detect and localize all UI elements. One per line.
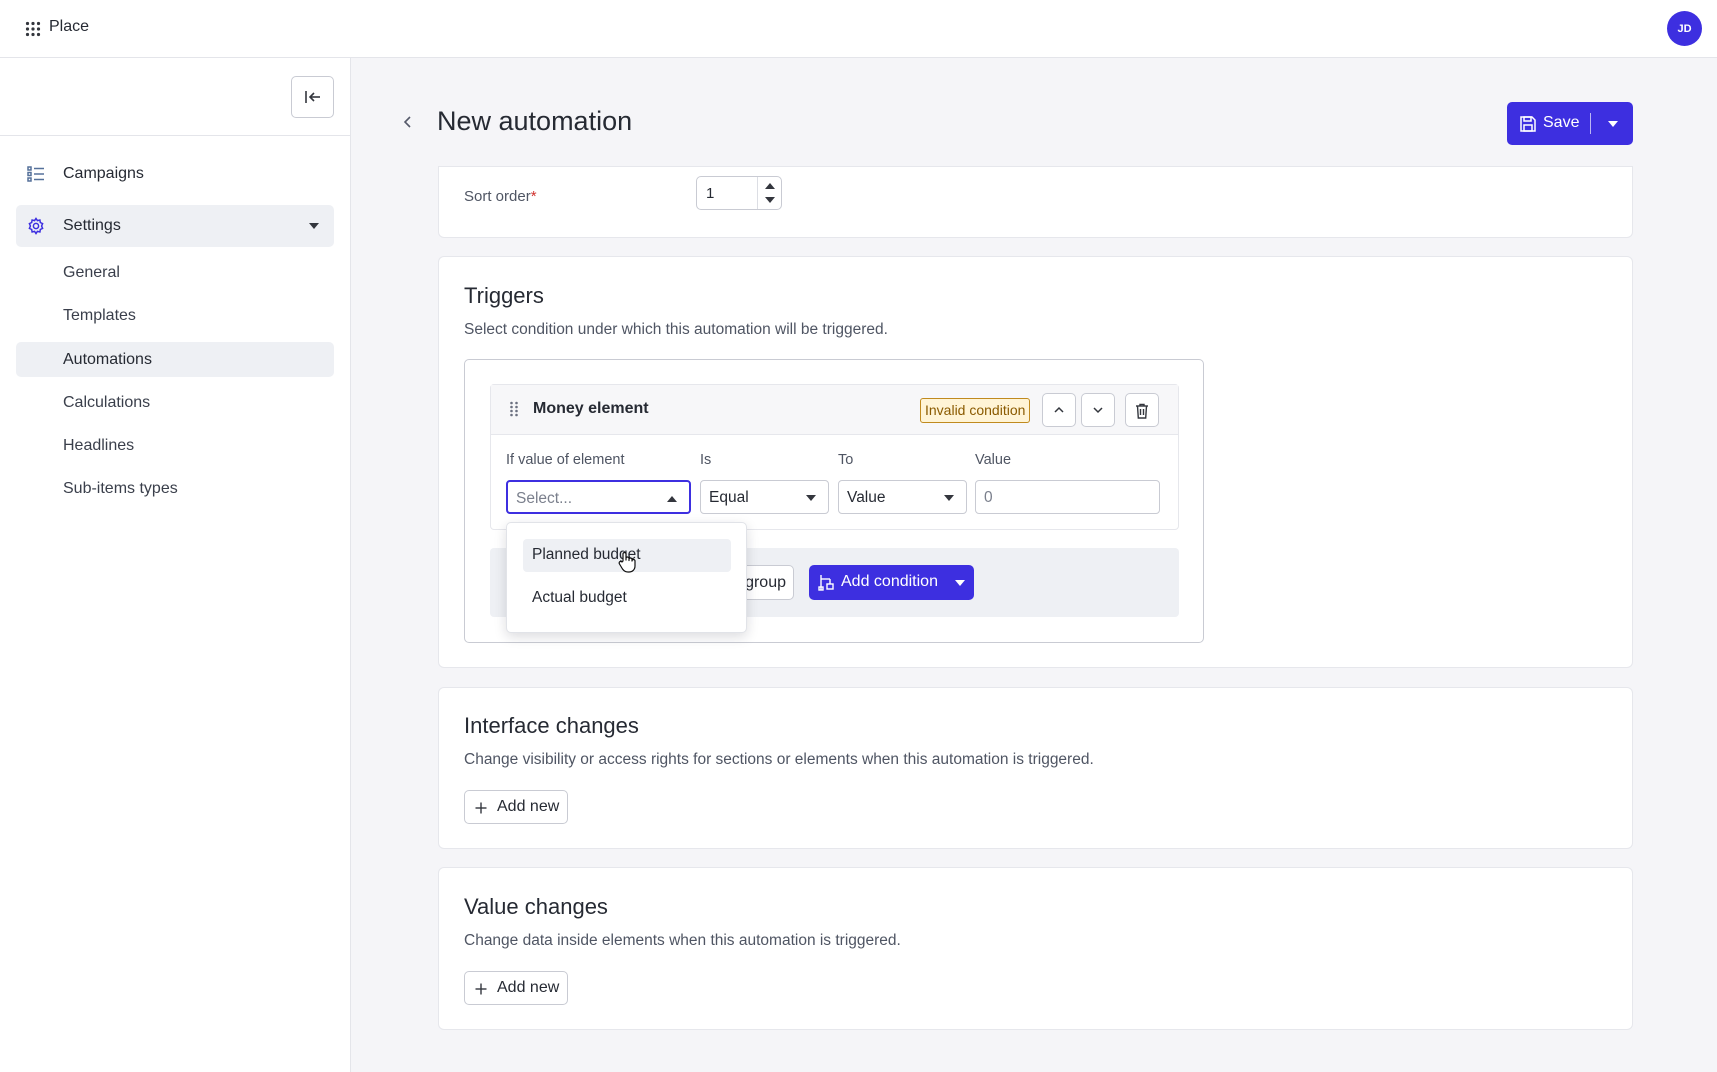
back-button[interactable] bbox=[398, 112, 418, 132]
gear-icon bbox=[27, 217, 45, 235]
decrement-icon[interactable] bbox=[765, 197, 775, 203]
chevron-down-icon bbox=[1608, 121, 1618, 127]
triggers-title: Triggers bbox=[464, 283, 544, 308]
sidebar-subitem-label: Calculations bbox=[63, 393, 151, 411]
required-mark: * bbox=[530, 188, 537, 205]
add-interface-change-button[interactable]: Add new bbox=[464, 790, 568, 824]
chevron-down-icon bbox=[944, 495, 954, 501]
triggers-description: Select condition under which this automa… bbox=[464, 321, 888, 338]
general-card: Sort order* 1 bbox=[438, 166, 1633, 238]
element-select[interactable]: Select... bbox=[506, 480, 691, 514]
hand-pointer-icon bbox=[618, 551, 636, 573]
value-field-label: Value bbox=[975, 452, 1012, 468]
delete-condition-button[interactable] bbox=[1125, 393, 1159, 427]
add-value-change-button[interactable]: Add new bbox=[464, 971, 568, 1005]
add-new-label: Add new bbox=[497, 798, 560, 815]
sidebar-subitem-templates[interactable]: Templates bbox=[16, 298, 334, 333]
collapse-sidebar-button[interactable] bbox=[291, 76, 334, 118]
increment-icon[interactable] bbox=[765, 183, 775, 189]
value-changes-description: Change data inside elements when this au… bbox=[464, 932, 901, 949]
sidebar-subitem-label: Sub-items types bbox=[63, 479, 178, 497]
chevron-down-icon bbox=[806, 495, 816, 501]
chevron-up-icon bbox=[1054, 406, 1064, 413]
interface-changes-title: Interface changes bbox=[464, 713, 639, 738]
sidebar-item-settings[interactable]: Settings bbox=[16, 205, 334, 247]
save-button[interactable]: Save bbox=[1507, 102, 1593, 145]
sidebar-subitem-label: Headlines bbox=[63, 436, 135, 454]
avatar[interactable]: JD bbox=[1667, 11, 1702, 46]
save-split-button: Save bbox=[1507, 102, 1633, 145]
dropdown-option-label: Actual budget bbox=[532, 589, 627, 606]
sidebar-subitem-label: General bbox=[63, 263, 120, 281]
sidebar-subitem-automations[interactable]: Automations bbox=[16, 342, 334, 377]
move-up-button[interactable] bbox=[1042, 393, 1076, 427]
chevron-down-icon bbox=[1093, 407, 1103, 414]
app-grid-icon[interactable] bbox=[25, 21, 41, 37]
sidebar-item-campaigns[interactable]: Campaigns bbox=[16, 153, 334, 195]
interface-changes-card: Interface changes Change visibility or a… bbox=[438, 687, 1633, 849]
sidebar-subitem-calculations[interactable]: Calculations bbox=[16, 385, 334, 420]
sidebar-subitem-sub-items-types[interactable]: Sub-items types bbox=[16, 471, 334, 506]
condition-branch-icon bbox=[818, 575, 834, 591]
sidebar-subitem-label: Templates bbox=[63, 306, 136, 324]
sidebar-subitem-general[interactable]: General bbox=[16, 255, 334, 290]
list-icon bbox=[27, 165, 45, 183]
sidebar: Campaigns Settings General Templates Aut… bbox=[0, 58, 351, 1072]
is-field-label: Is bbox=[700, 452, 712, 468]
element-dropdown-menu: Planned budget Actual budget bbox=[506, 522, 747, 633]
save-options-toggle[interactable] bbox=[1593, 102, 1633, 145]
target-type-select-value: Value bbox=[847, 489, 886, 506]
value-changes-card: Value changes Change data inside element… bbox=[438, 867, 1633, 1030]
chevron-up-icon bbox=[667, 496, 677, 502]
to-field-label: To bbox=[838, 452, 854, 468]
plus-icon bbox=[475, 802, 487, 814]
brand-name[interactable]: Place bbox=[49, 18, 89, 36]
add-new-label: Add new bbox=[497, 979, 560, 996]
sort-order-value: 1 bbox=[706, 185, 715, 202]
sidebar-divider bbox=[0, 135, 351, 136]
drag-handle-icon[interactable] bbox=[509, 401, 519, 417]
sort-order-label: Sort order* bbox=[464, 188, 537, 205]
target-type-select[interactable]: Value bbox=[838, 480, 967, 514]
sidebar-item-label: Settings bbox=[63, 217, 121, 234]
condition-name: Money element bbox=[533, 400, 649, 417]
move-down-button[interactable] bbox=[1081, 393, 1115, 427]
add-condition-button[interactable]: Add condition bbox=[809, 565, 974, 600]
chevron-down-icon bbox=[309, 223, 319, 229]
element-field-label: If value of element bbox=[506, 452, 625, 468]
stepper-arrows bbox=[757, 177, 781, 209]
chevron-left-icon bbox=[403, 116, 411, 128]
sidebar-item-label: Campaigns bbox=[63, 165, 144, 182]
value-input[interactable]: 0 bbox=[975, 480, 1160, 514]
trash-icon bbox=[1136, 403, 1148, 419]
condition-header: Money element Invalid condition bbox=[491, 385, 1178, 435]
page-title: New automation bbox=[437, 106, 633, 136]
top-bar: Place JD bbox=[0, 0, 1717, 58]
add-condition-label: Add condition bbox=[841, 573, 938, 590]
chevron-down-icon bbox=[955, 580, 965, 586]
sidebar-subitem-label: Automations bbox=[63, 350, 152, 368]
dropdown-option-actual-budget[interactable]: Actual budget bbox=[523, 582, 731, 615]
operator-select-value: Equal bbox=[709, 489, 749, 506]
sort-order-stepper[interactable]: 1 bbox=[696, 176, 782, 210]
sidebar-subitem-headlines[interactable]: Headlines bbox=[16, 428, 334, 463]
save-label: Save bbox=[1543, 114, 1580, 131]
operator-select[interactable]: Equal bbox=[700, 480, 829, 514]
collapse-left-icon bbox=[304, 91, 320, 103]
condition-block: Money element Invalid condition If value… bbox=[490, 384, 1179, 530]
element-select-placeholder: Select... bbox=[516, 490, 572, 507]
plus-icon bbox=[475, 983, 487, 995]
floppy-disk-icon bbox=[1520, 116, 1536, 132]
status-badge: Invalid condition bbox=[920, 398, 1031, 423]
value-changes-title: Value changes bbox=[464, 894, 608, 919]
interface-changes-description: Change visibility or access rights for s… bbox=[464, 751, 1094, 768]
save-divider bbox=[1590, 113, 1591, 134]
value-input-text: 0 bbox=[984, 489, 993, 506]
